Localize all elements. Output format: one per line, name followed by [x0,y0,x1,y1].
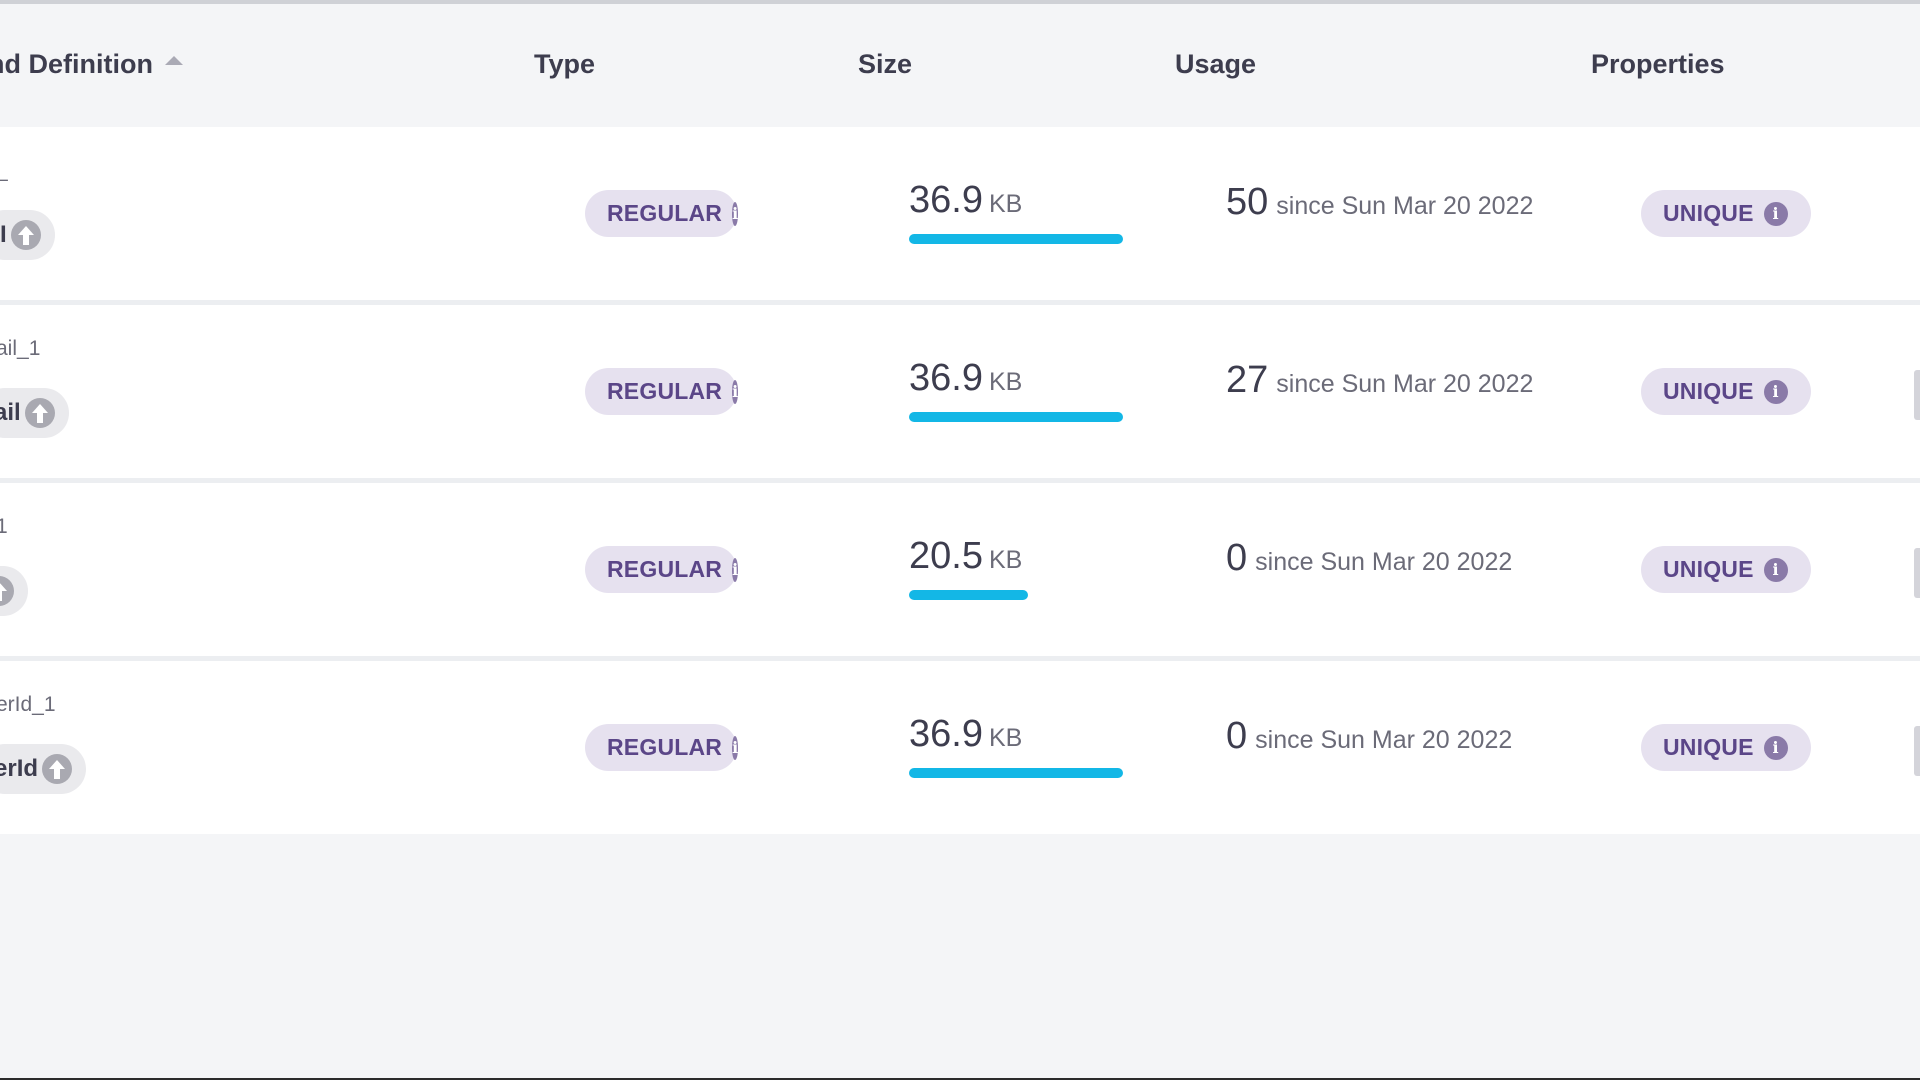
size-value: 36.9 KB [909,713,1022,756]
property-badge: UNIQUE i [1641,546,1811,593]
usage-since: since Sun Mar 20 2022 [1276,370,1534,398]
info-icon[interactable]: i [1763,557,1788,582]
arrow-up-circle-icon [10,220,41,250]
row-action-handle[interactable] [1914,370,1920,420]
type-label: REGULAR [607,200,723,226]
type-badge: REGULAR i [585,368,739,415]
info-icon[interactable]: i [1763,201,1788,226]
arrow-up-circle-icon [42,754,73,784]
field-pill[interactable]: ail [0,388,69,438]
column-header-size: Size [858,49,913,79]
table-row: ail_1 ail REGULAR i 36.9 KB 27 since Sun Ma… [0,305,1920,478]
usage-value: 27 since Sun Mar 20 2022 [1226,359,1533,402]
size-value: 36.9 KB [909,357,1022,400]
table-row: 1 REGULAR i 20.5 KB 0 since Sun Mar 20 2022… [0,483,1920,656]
usage-count: 0 [1226,715,1248,757]
column-header-type: Type [534,49,596,79]
property-label: UNIQUE [1663,556,1754,582]
size-bar [909,234,1123,244]
sort-ascending-icon[interactable] [164,56,183,65]
type-label: REGULAR [607,734,723,760]
type-label: REGULAR [607,378,723,404]
index-name: ail_1 [0,337,41,360]
size-number: 36.9 [909,713,983,755]
info-icon[interactable]: i [732,201,739,226]
arrow-up-circle-icon [24,398,55,428]
size-value: 36.9 KB [909,179,1022,222]
index-name: 1 [0,515,8,538]
column-header-properties: Properties [1591,49,1725,79]
index-name: _ [0,159,8,183]
row-action-handle[interactable] [1914,726,1920,776]
property-badge: UNIQUE i [1641,368,1811,415]
top-border [0,0,1920,11]
column-header-definition[interactable]: nd Definition [0,49,183,80]
property-label: UNIQUE [1663,200,1754,226]
field-pill[interactable]: erId [0,744,87,794]
arrow-up-circle-icon [0,576,14,606]
info-icon[interactable]: i [732,379,739,404]
info-icon[interactable]: i [732,735,739,760]
usage-count: 27 [1226,359,1269,401]
usage-value: 0 since Sun Mar 20 2022 [1226,715,1512,758]
usage-value: 50 since Sun Mar 20 2022 [1226,181,1533,224]
size-bar [909,768,1123,778]
field-name: I [0,221,7,248]
property-label: UNIQUE [1663,734,1754,760]
size-bar [909,590,1028,600]
table-row: _ I REGULAR i 36.9KB 50since Sun Mar 20 2… [0,127,1920,300]
size-unit: KB [988,546,1023,574]
size-unit: KB [988,724,1023,752]
usage-since: since Sun Mar 20 2022 [1255,548,1513,576]
usage-since: since Sun Mar 20 2022 [1276,192,1534,220]
row-action-handle[interactable] [1914,548,1920,598]
field-name: erId [0,755,39,782]
field-pill[interactable]: I [0,210,55,260]
index-name: erId_1 [0,693,56,716]
table-row: erId_1 erId REGULAR i 36.9 KB 0 since Sun M… [0,661,1920,834]
size-number: 36.9 [909,179,983,221]
column-header-usage: Usage [1175,49,1257,79]
property-badge: UNIQUE i [1641,190,1811,237]
type-badge: REGULAR i [585,190,739,237]
size-unit: KB [988,190,1023,218]
size-bar [909,412,1123,422]
info-icon[interactable]: i [1763,735,1788,760]
size-unit: KB [988,368,1023,396]
info-icon[interactable]: i [1763,379,1788,404]
usage-count: 0 [1226,537,1248,579]
info-icon[interactable]: i [732,557,739,582]
type-badge: REGULAR i [585,724,739,771]
usage-count: 50 [1226,181,1269,223]
size-number: 36.9 [909,357,983,399]
field-pill[interactable] [0,566,28,616]
usage-value: 0 since Sun Mar 20 2022 [1226,537,1512,580]
size-value: 20.5 KB [909,535,1022,578]
usage-since: since Sun Mar 20 2022 [1255,726,1513,754]
type-badge: REGULAR i [585,546,739,593]
type-label: REGULAR [607,556,723,582]
size-number: 20.5 [909,535,983,577]
property-badge: UNIQUE i [1641,724,1811,771]
column-header-definition-label: nd Definition [0,49,153,79]
field-name: ail [0,399,21,426]
property-label: UNIQUE [1663,378,1754,404]
